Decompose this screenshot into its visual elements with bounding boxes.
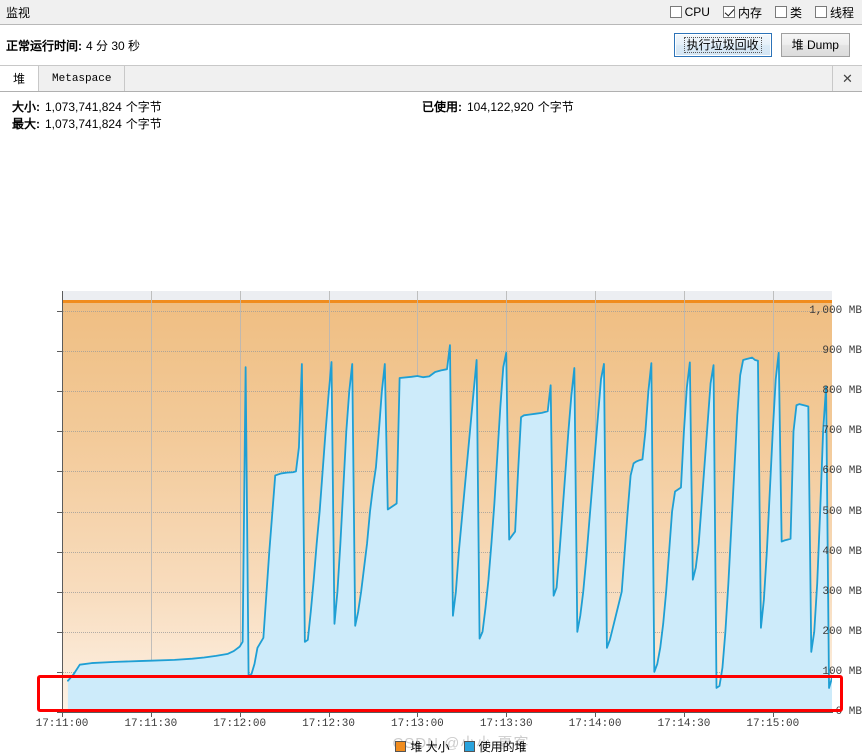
- y-axis-tick-label: 600 MB: [822, 465, 862, 478]
- x-axis-tick-mark: [239, 712, 241, 717]
- x-axis-tick-mark: [417, 712, 419, 717]
- toggle-threads[interactable]: 线程: [814, 4, 854, 21]
- y-axis-tick-label: 700 MB: [822, 425, 862, 438]
- x-axis-tick-label: 17:14:30: [657, 718, 711, 730]
- x-axis-tick-label: 17:13:30: [479, 718, 533, 730]
- legend-swatch-used-heap: [463, 741, 475, 752]
- x-axis-tick-label: 17:12:30: [302, 718, 355, 730]
- x-axis: [62, 712, 833, 713]
- heap-used-value: 104,122,920: [467, 100, 534, 114]
- toggle-memory[interactable]: 内存: [722, 4, 762, 21]
- used-heap-series: [62, 291, 832, 712]
- x-axis-tick-mark: [595, 712, 597, 717]
- checkbox-memory[interactable]: [722, 6, 735, 18]
- checkbox-cpu[interactable]: [669, 6, 682, 18]
- x-axis-tick-label: 17:12:00: [213, 718, 267, 730]
- x-axis-tick-mark: [62, 712, 63, 717]
- x-axis-tick-mark: [506, 712, 508, 717]
- heap-max-row: 最大: 1,073,741,824 个字节: [12, 115, 862, 132]
- y-axis: [62, 291, 63, 713]
- y-axis-tick-label: 0 MB: [835, 706, 862, 718]
- x-axis-tick-label: 17:14:00: [568, 718, 622, 730]
- checkbox-classes[interactable]: [774, 6, 787, 18]
- heap-max-value: 1,073,741,824: [45, 117, 122, 131]
- heap-stats: 大小: 1,073,741,824 个字节 最大: 1,073,741,824 …: [0, 92, 862, 134]
- y-axis-tick-label: 1,000 MB: [809, 305, 862, 318]
- y-axis-tick-mark: [57, 511, 62, 513]
- tab-filler: [125, 66, 832, 91]
- perform-gc-button[interactable]: 执行垃圾回收: [673, 33, 772, 57]
- toggle-classes-label: 类: [789, 5, 802, 20]
- toggle-cpu[interactable]: CPU: [669, 5, 710, 19]
- uptime-value: 4 分 30 秒: [86, 38, 141, 53]
- y-axis-tick-label: 100 MB: [822, 665, 862, 678]
- close-icon[interactable]: ✕: [832, 66, 862, 91]
- y-axis-tick-mark: [57, 631, 62, 633]
- heap-used-row: 已使用: 104,122,920 个字节: [422, 98, 574, 115]
- y-axis-tick-label: 200 MB: [822, 625, 862, 638]
- heap-size-label: 大小:: [12, 100, 40, 114]
- x-axis-tick-mark: [683, 712, 685, 717]
- x-axis-tick-label: 17:11:30: [124, 718, 178, 730]
- tab-metaspace[interactable]: Metaspace: [39, 66, 126, 91]
- tab-heap[interactable]: 堆: [0, 66, 40, 91]
- action-button-group: 执行垃圾回收 堆 Dump: [673, 33, 850, 57]
- x-axis-tick-mark: [150, 712, 152, 717]
- toggle-memory-label: 内存: [737, 5, 762, 20]
- y-axis-tick-mark: [57, 551, 62, 553]
- y-axis-tick-label: 800 MB: [822, 385, 862, 398]
- window-titlebar: 监视 CPU 内存 类 线程: [0, 0, 862, 25]
- memory-pool-tabs: 堆 Metaspace ✕: [0, 65, 862, 92]
- heap-max-unit: 个字节: [125, 117, 162, 131]
- heap-usage-chart: 0 MB 100 MB 200 MB 300 MB 400 MB 500 MB 600 MB…: [0, 134, 862, 754]
- chart-plot-area: [62, 291, 832, 712]
- y-axis-tick-mark: [57, 671, 62, 673]
- toggle-threads-label: 线程: [829, 5, 854, 20]
- heap-max-label: 最大:: [12, 117, 40, 131]
- y-axis-tick-label: 400 MB: [822, 545, 862, 558]
- x-axis-tick-label: 17:13:00: [390, 718, 444, 730]
- legend-swatch-heap-size: [395, 741, 407, 752]
- heap-used-label: 已使用:: [422, 100, 462, 114]
- heap-size-value: 1,073,741,824: [45, 100, 122, 114]
- heap-size-unit: 个字节: [125, 100, 162, 114]
- y-axis-tick-mark: [57, 391, 62, 393]
- y-axis-tick-label: 500 MB: [822, 505, 862, 518]
- x-axis-tick-label: 17:15:00: [746, 718, 800, 730]
- y-axis-tick-mark: [57, 351, 62, 353]
- heap-used-unit: 个字节: [537, 100, 574, 114]
- legend-item-used-heap[interactable]: 使用的堆: [463, 738, 527, 755]
- y-axis-tick-mark: [57, 311, 62, 313]
- x-axis-tick-mark: [328, 712, 330, 717]
- y-axis-tick-mark: [57, 471, 62, 473]
- x-axis-tick-label: 17:11:00: [35, 718, 89, 730]
- y-axis-tick-mark: [57, 591, 62, 593]
- y-axis-tick-label: 300 MB: [822, 585, 862, 598]
- toggle-classes[interactable]: 类: [774, 4, 802, 21]
- uptime-label: 正常运行时间:: [6, 38, 82, 53]
- page-title: 监视: [6, 5, 31, 20]
- monitor-toggle-group: CPU 内存 类 线程: [669, 4, 854, 21]
- y-axis-tick-mark: [57, 431, 62, 433]
- heap-dump-button[interactable]: 堆 Dump: [780, 33, 850, 57]
- y-axis-tick-label: 900 MB: [822, 345, 862, 358]
- legend-label-heap-size: 堆 大小: [410, 740, 450, 754]
- legend-label-used-heap: 使用的堆: [478, 740, 527, 754]
- uptime-row: 正常运行时间: 4 分 30 秒 执行垃圾回收 堆 Dump: [0, 25, 862, 65]
- chart-legend: 堆 大小 使用的堆: [0, 738, 862, 755]
- legend-item-heap-size[interactable]: 堆 大小: [395, 738, 450, 755]
- checkbox-threads[interactable]: [814, 6, 827, 18]
- x-axis-tick-mark: [772, 712, 774, 717]
- perform-gc-button-label: 执行垃圾回收: [683, 37, 762, 53]
- toggle-cpu-label: CPU: [684, 5, 710, 19]
